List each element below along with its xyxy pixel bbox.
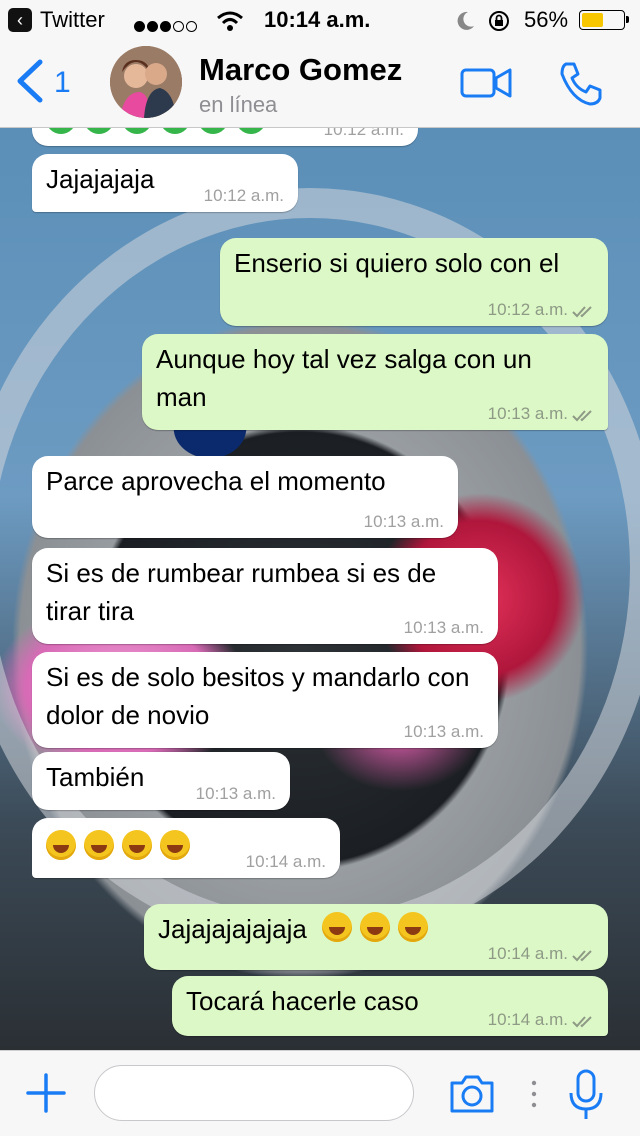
message-bubble-incoming[interactable]: Si es de rumbear rumbea si es de tirar t… (32, 548, 498, 644)
emoji-row (322, 912, 436, 944)
message-time: 10:14 a.m. (487, 1010, 568, 1029)
camera-icon[interactable] (448, 1073, 496, 1115)
battery-percent: 56% (524, 7, 569, 32)
message-time: 10:13 a.m. (487, 404, 568, 423)
chat-header: 1 Marco Gomez en línea (0, 40, 640, 128)
message-text: Jajajajajajaja (158, 914, 307, 944)
moon-icon (457, 11, 474, 30)
message-composer (0, 1050, 640, 1136)
double-check-icon (572, 950, 592, 962)
message-time: 10:13 a.m. (403, 722, 484, 741)
plus-icon[interactable] (26, 1073, 66, 1113)
unread-count: 1 (54, 66, 71, 99)
microphone-icon[interactable] (568, 1069, 604, 1121)
wifi-icon (217, 11, 243, 31)
message-time: 10:12 a.m. (487, 300, 568, 319)
message-bubble-incoming[interactable]: 10:12 a.m. (32, 128, 418, 146)
back-to-app-icon[interactable]: ‹ (8, 8, 32, 32)
contact-name[interactable]: Marco Gomez (199, 52, 402, 88)
laughing-emoji-icon (160, 830, 190, 860)
message-time: 10:12 a.m. (323, 128, 404, 139)
message-time: 10:13 a.m. (403, 618, 484, 637)
back-app-label[interactable]: Twitter (40, 7, 105, 33)
battery-icon (579, 10, 629, 30)
phone-call-button[interactable] (556, 60, 604, 108)
contact-status: en línea (199, 92, 278, 117)
video-call-button[interactable] (460, 66, 512, 100)
message-time: 10:14 a.m. (245, 852, 326, 871)
laughing-emoji-icon (360, 912, 391, 942)
clock: 10:14 a.m. (264, 7, 371, 32)
double-check-icon (572, 1016, 592, 1028)
message-time: 10:13 a.m. (363, 512, 444, 531)
message-text: Enserio si quiero solo con el (234, 248, 560, 278)
message-bubble-incoming[interactable]: Si es de solo besitos y mandarlo con dol… (32, 652, 498, 748)
laughing-emoji-icon (322, 912, 353, 942)
laughing-emoji-icon (398, 912, 429, 942)
message-bubble-incoming[interactable]: Parce aprovecha el momento 10:13 a.m. (32, 456, 458, 538)
message-bubble-incoming[interactable]: También 10:13 a.m. (32, 752, 290, 810)
emoji-row (46, 128, 274, 140)
laughing-emoji-icon (122, 830, 152, 860)
rotation-lock-icon (489, 11, 509, 31)
chat-area[interactable]: 10:12 a.m. Jajajajaja 10:12 a.m. Enserio… (0, 128, 640, 1050)
chevron-left-icon (17, 59, 43, 103)
message-bubble-outgoing[interactable]: Jajajajajajaja 10:14 a.m. (144, 904, 608, 970)
message-bubble-outgoing[interactable]: Enserio si quiero solo con el 10:12 a.m. (220, 238, 608, 326)
message-time: 10:14 a.m. (487, 944, 568, 963)
double-check-icon (572, 306, 592, 318)
contact-photo (110, 46, 182, 118)
message-text: Parce aprovecha el momento (46, 466, 386, 496)
laughing-emoji-icon (84, 830, 114, 860)
message-time: 10:12 a.m. (203, 186, 284, 205)
laughing-emoji-icon (46, 830, 76, 860)
separator-dots (531, 1080, 537, 1108)
battery-level-fill (582, 13, 603, 27)
signal-strength-icon (134, 12, 199, 38)
status-bar: ‹ Twitter 10:14 a.m. 56% (0, 0, 640, 40)
message-bubble-incoming[interactable]: 10:14 a.m. (32, 818, 340, 878)
message-bubble-outgoing[interactable]: Tocará hacerle caso 10:14 a.m. (172, 976, 608, 1036)
message-bubble-incoming[interactable]: Jajajajaja 10:12 a.m. (32, 154, 298, 212)
message-input[interactable] (94, 1065, 414, 1121)
double-check-icon (572, 410, 592, 422)
avatar[interactable] (110, 46, 182, 118)
back-button[interactable]: 1 (14, 58, 84, 108)
message-bubble-outgoing[interactable]: Aunque hoy tal vez salga con un man 10:1… (142, 334, 608, 430)
message-time: 10:13 a.m. (195, 784, 276, 803)
